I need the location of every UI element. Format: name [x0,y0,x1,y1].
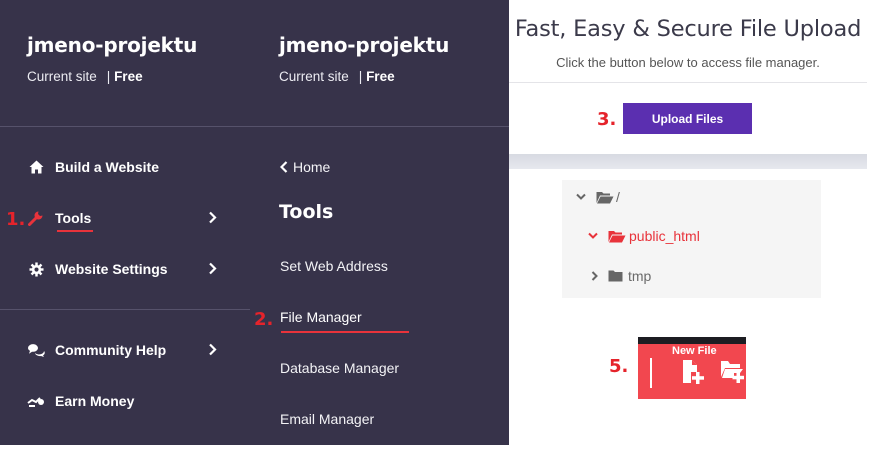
tree-row-root[interactable]: / [576,189,620,205]
project-name: jmeno-projektu [279,33,450,57]
chevron-right-icon [208,262,217,278]
tree-label: / [616,189,620,205]
tools-submenu: jmeno-projektu Current site | Free Home T… [255,0,509,445]
nav-website-settings[interactable]: Website Settings [27,257,217,281]
current-site-line: Current site | Free [27,69,143,84]
back-home-link[interactable]: Home [280,159,330,175]
plan-separator: | [358,69,363,84]
nav-label: Community Help [55,342,167,358]
chevron-right-icon [208,343,217,359]
folder-icon [608,270,623,282]
tree-row-public-html[interactable]: public_html [588,228,700,244]
file-tree: / public_html tmp [562,180,821,298]
menu-database-manager[interactable]: Database Manager [280,360,399,376]
upload-title: Fast, Easy & Secure File Upload [514,16,862,42]
submenu-heading: Tools [279,201,334,223]
upload-subtitle: Click the button below to access file ma… [556,55,820,70]
new-file-tooltip: New File [672,345,717,357]
toolbar-top-strip [638,337,746,344]
main-sidebar: jmeno-projektu Current site | Free Build … [0,0,255,445]
tools-underline [57,230,93,232]
file-manager-underline [281,331,409,333]
nav-build-website[interactable]: Build a Website [27,155,217,179]
money-icon [27,393,45,409]
tree-label: tmp [628,268,652,284]
nav-community-help[interactable]: Community Help [27,338,217,362]
nav-label: Tools [55,210,92,226]
plan-badge: Free [114,69,143,84]
step-marker-2: 2. [254,309,274,330]
back-home-label: Home [293,159,331,175]
new-file-icon[interactable] [682,359,704,390]
current-site-line: Current site | Free [279,69,395,84]
nav-tools[interactable]: Tools [27,206,217,230]
upload-files-button[interactable]: Upload Files [623,103,752,134]
nav-label: Build a Website [55,159,159,175]
tree-label: public_html [629,228,700,244]
nav-earn-money[interactable]: Earn Money [27,389,217,413]
chevron-down-icon [588,232,598,240]
tree-row-tmp[interactable]: tmp [591,268,651,284]
section-band [509,154,867,169]
current-site-label: Current site [279,69,349,84]
menu-set-web-address[interactable]: Set Web Address [280,258,388,274]
chevron-right-icon [208,211,217,227]
new-folder-icon[interactable] [720,359,746,388]
step-marker-1: 1. [6,209,26,230]
plan-badge: Free [366,69,395,84]
chat-bubbles-icon [27,342,45,358]
nav-label: Earn Money [55,393,135,409]
chevron-right-icon [591,271,598,281]
menu-file-manager[interactable]: File Manager [280,309,362,325]
file-manager-toolbar: New File [638,337,746,399]
menu-email-manager[interactable]: Email Manager [280,411,374,427]
current-site-label: Current site [27,69,97,84]
divider [509,82,867,83]
step-marker-3: 3. [597,109,617,130]
chevron-left-icon [280,161,288,173]
step-marker-5: 5. [609,356,629,377]
divider [255,126,509,127]
gear-icon [27,261,45,277]
project-name: jmeno-projektu [27,33,198,57]
wrench-icon [27,210,45,226]
divider [0,309,250,310]
chevron-down-icon [576,193,586,201]
nav-label: Website Settings [55,261,168,277]
plan-separator: | [106,69,111,84]
home-icon [27,159,45,175]
toolbar-divider [650,358,652,388]
folder-open-icon [608,230,626,243]
folder-open-icon [596,191,614,204]
divider [0,126,255,127]
